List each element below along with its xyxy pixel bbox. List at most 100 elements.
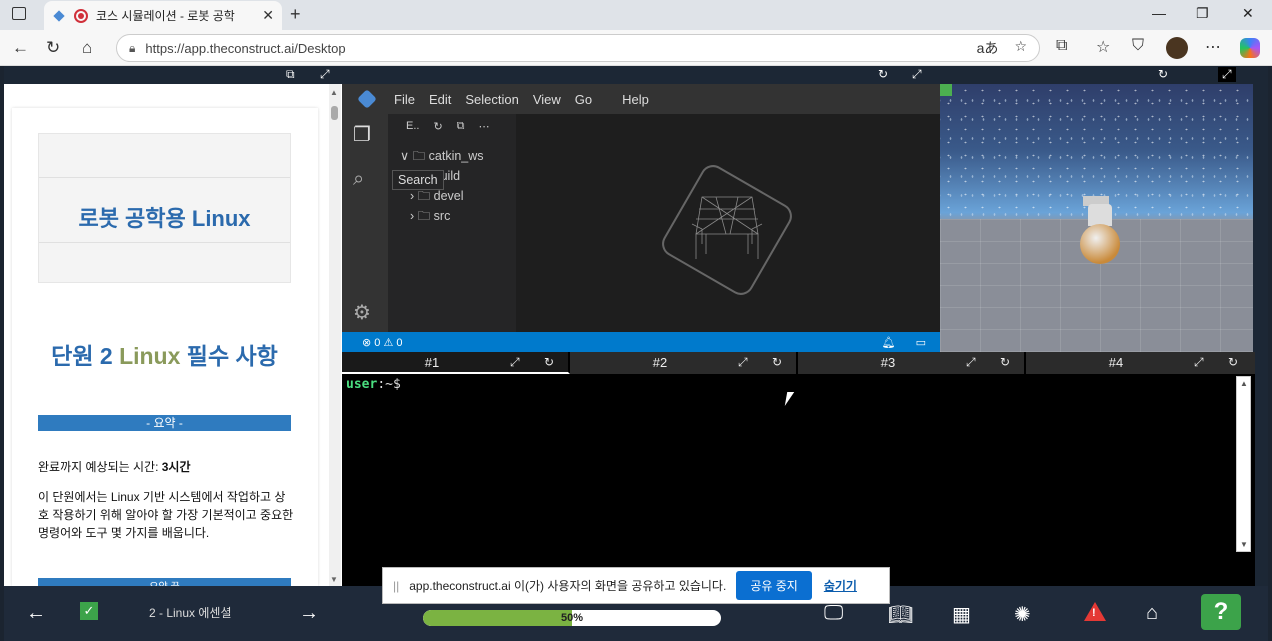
course-card: 로봇 공학용 Linux 단원 2 Linux 필수 사항 - 요약 - 완료까… [12,108,318,586]
translate-icon[interactable]: aあ [977,38,999,58]
scroll-up-icon[interactable]: ▲ [330,88,338,97]
terminal-tab-3[interactable]: #3 ⤢ ↻ [798,352,1026,374]
hide-banner-link[interactable]: 숨기기 [824,577,857,594]
tab-label: #2 [652,355,668,370]
close-tab-icon[interactable]: ✕ [262,7,274,24]
app-workspace: ⧉ ⤢ 로봇 공학용 Linux 단원 2 Linux 필수 사항 - 요약 -… [4,66,1268,641]
scroll-down-icon[interactable]: ▼ [1240,540,1248,549]
new-tab-button[interactable]: + [290,4,301,25]
url-field[interactable]: 🔒︎ https://app.theconstruct.ai/Desktop a… [116,34,1040,62]
profile-avatar[interactable] [1166,37,1188,59]
search-icon[interactable]: ⌕ [353,168,364,191]
shell-prompt: user:~$ [346,377,401,392]
summary-header: - 요약 - [38,415,291,431]
terminal-window[interactable]: user:~$ [342,374,1255,586]
settings-gear-icon[interactable]: ⚙ [353,300,371,325]
menu-view[interactable]: View [533,92,561,107]
copilot-icon[interactable] [1240,38,1260,58]
reload-icon[interactable]: ↻ [772,355,782,369]
mouse-pointer-icon [784,392,795,406]
favorites-icon[interactable]: ☆ [1096,37,1110,57]
sim-reload-icon[interactable]: ↻ [1158,67,1168,81]
reload-icon[interactable]: ↻ [1228,355,1238,369]
extensions-icon[interactable]: ⧉ [1056,37,1067,55]
help-button[interactable]: ? [1201,594,1241,630]
chevron-right-icon: › [410,189,415,203]
open-external-icon[interactable]: ⧉ [286,67,295,82]
course-progress-bar: 50% [423,610,721,626]
scroll-thumb[interactable] [331,106,338,120]
completed-checkbox[interactable]: ✓ [80,602,98,620]
lock-icon[interactable]: 🔒︎ [129,41,135,56]
back-icon[interactable]: ← [12,38,29,58]
minimize-button[interactable]: — [1152,5,1166,21]
menu-help[interactable]: Help [622,92,649,107]
explorer-label: E.. [406,120,420,132]
home-icon[interactable]: ⌂ [82,38,92,58]
editor-area[interactable] [516,114,940,332]
prev-arrow-icon[interactable]: ← [26,602,46,625]
notebook-icon[interactable]: 📖︎ [888,602,913,627]
desktop-icon[interactable]: 🖵︎ [824,602,843,625]
more-menu-icon[interactable]: ⋯ [1205,37,1221,57]
progress-label: 50% [560,612,584,624]
close-window-button[interactable]: ✕ [1242,5,1254,22]
ide-status-bar: ⊗ 0 ⚠ 0 🔔︎ ▭ [342,332,940,352]
menu-edit[interactable]: Edit [429,92,451,107]
ide-reload-icon[interactable]: ↻ [878,67,888,81]
tree-item-catkin-ws[interactable]: ∨ 🗀︎ catkin_ws [400,146,484,166]
problems-status[interactable]: ⊗ 0 ⚠ 0 [362,336,402,349]
notebook-scrollbar[interactable]: ▲ ▼ [329,84,341,586]
expand-icon[interactable]: ⤢ [966,355,976,370]
sidebar-toggle-icon[interactable] [12,7,26,20]
browser-tab[interactable]: 코스 시뮬레이션 - 로봇 공학 ✕ [44,1,282,30]
terminal-tab-4[interactable]: #4 ⤢ ↻ [1026,352,1254,374]
reload-icon[interactable]: ↻ [1000,355,1010,369]
expand-icon[interactable]: ⤢ [320,67,330,82]
course-title-box: 로봇 공학용 Linux [38,133,291,283]
dashboard-icon[interactable]: ▦ [952,602,971,627]
expand-icon[interactable]: ⤢ [738,355,748,370]
simulation-header: ↻ ⤢ [940,66,1268,84]
terminal-tab-2[interactable]: #2 ⤢ ↻ [570,352,798,374]
drag-handle-icon[interactable]: || [393,579,399,593]
gazebo-simulation[interactable] [940,84,1253,352]
alert-warning-icon[interactable]: ! [1084,602,1106,621]
favorite-star-icon[interactable]: ☆ [1014,38,1027,58]
unit-heading: 단원 2 Linux 필수 사항 [38,344,291,368]
more-actions-icon[interactable]: ⋯ [479,120,490,133]
ide-menu-bar: File Edit Selection View Go Help [342,84,940,114]
course-title: 로봇 공학용 Linux [78,206,251,231]
construct-favicon-icon [53,9,65,22]
explorer-header: E.. ↻ ⧉ ⋯ [406,120,490,133]
tree-item-src[interactable]: › 🗀︎ src [400,206,484,226]
reload-icon[interactable]: ↻ [544,355,554,369]
expand-icon[interactable]: ⤢ [510,355,520,370]
scroll-up-icon[interactable]: ▲ [1240,379,1248,388]
next-arrow-icon[interactable]: → [299,602,319,625]
shield-icon[interactable]: ⛉ [1132,37,1144,55]
editor-watermark-chair-icon [662,165,792,295]
ai-assistant-icon[interactable]: ✺ [1014,602,1031,627]
ide-expand-icon[interactable]: ⤢ [912,67,922,82]
home-icon[interactable]: ⌂ [1146,602,1158,625]
layout-panel-icon[interactable]: ▭ [916,336,926,349]
menu-file[interactable]: File [394,92,415,107]
refresh-icon[interactable]: ↻ [433,120,442,133]
expand-icon[interactable]: ⤢ [1194,355,1204,370]
collapse-icon[interactable]: ⧉ [457,120,465,133]
stop-sharing-button[interactable]: 공유 중지 [736,571,812,600]
sim-fullscreen-icon[interactable]: ⤢ [1218,67,1236,82]
notification-bell-icon[interactable]: 🔔︎ [882,336,896,349]
terminal-scrollbar[interactable]: ▲ ▼ [1236,376,1251,552]
address-bar-row: ← ↻ ⌂ 🔒︎ https://app.theconstruct.ai/Des… [0,30,1272,66]
terminal-tab-1[interactable]: #1 ⤢ ↻ [342,352,570,374]
scroll-down-icon[interactable]: ▼ [330,575,338,584]
menu-selection[interactable]: Selection [465,92,518,107]
explorer-icon[interactable]: ❐ [353,122,371,147]
url-text: https://app.theconstruct.ai/Desktop [145,40,346,56]
tree-label: devel [433,189,464,203]
menu-go[interactable]: Go [575,92,592,107]
reload-icon[interactable]: ↻ [46,38,60,58]
restore-button[interactable]: ❐ [1196,5,1209,22]
